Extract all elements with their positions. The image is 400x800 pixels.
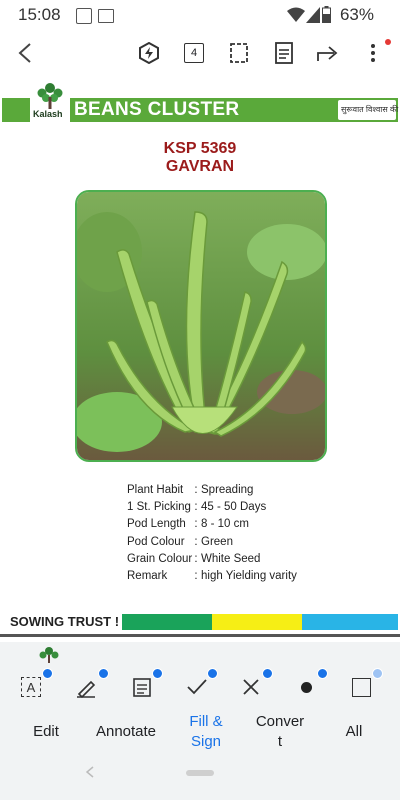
tab-all[interactable]: All [316, 722, 392, 742]
top-toolbar: 4 [0, 30, 400, 78]
tab-convert-label-line2: t [277, 733, 283, 750]
spec-key: Remark [127, 570, 168, 583]
tagline-bar-green [122, 614, 212, 630]
tab-all-label: All [345, 723, 363, 740]
spec-colon: : [194, 535, 198, 548]
notification-icon [76, 8, 92, 24]
tab-convert-label-line1: Conver [255, 713, 305, 730]
tagline-bar-yellow [212, 614, 302, 630]
nav-back-icon[interactable] [85, 766, 94, 781]
spec-value: high Yielding varity [201, 570, 297, 583]
status-time: 15:08 [18, 5, 61, 24]
tagline: SOWING TRUST ! [10, 614, 120, 629]
brand-logo: Kalash [30, 80, 70, 122]
page-count-icon[interactable]: 4 [181, 40, 207, 66]
tab-fill-sign-label-line2: Sign [190, 733, 222, 750]
page-divider [0, 634, 400, 637]
premium-badge-icon [98, 668, 109, 679]
tab-fill-sign[interactable]: Fill & Sign [168, 712, 244, 752]
product-photo [75, 190, 327, 462]
back-icon[interactable] [12, 40, 38, 66]
page-count: 4 [184, 43, 204, 63]
status-bar: 15:08 63% [0, 0, 400, 30]
form-list-icon[interactable] [129, 674, 155, 700]
spec-table: Plant Habit: Spreading 1 St. Picking:45 -… [127, 481, 367, 585]
premium-badge-icon [317, 668, 328, 679]
tab-annotate[interactable]: Annotate [88, 722, 164, 742]
crop-view-icon[interactable] [226, 40, 252, 66]
share-icon[interactable] [315, 40, 341, 66]
tab-edit[interactable]: Edit [8, 722, 84, 742]
bolt-hexagon-icon[interactable] [136, 40, 162, 66]
spec-value: 45 - 50 Days [201, 500, 267, 513]
spec-row: Plant Habit: Spreading [127, 481, 367, 498]
spec-key: Grain Colour [127, 552, 193, 565]
spec-value: Green [201, 535, 233, 548]
premium-badge-icon [42, 668, 53, 679]
tree-icon [37, 83, 63, 109]
battery-percent: 63% [339, 5, 374, 24]
product-name: GAVRAN [165, 158, 235, 175]
product-code: KSP 5369 [163, 140, 237, 157]
spec-key: 1 St. Picking [127, 500, 191, 513]
spec-key: Pod Length [127, 518, 186, 531]
signal-icon [306, 7, 320, 23]
spec-value: White Seed [201, 552, 261, 565]
rectangle-shape-icon[interactable] [348, 674, 374, 700]
calendar-notification-icon [98, 9, 114, 23]
spec-value: Spreading [201, 483, 254, 496]
sign-logo-text: सुरूवात विश्वास की [341, 105, 399, 114]
tagline-bar-blue [302, 614, 398, 630]
nav-home-pill[interactable] [186, 770, 214, 776]
spec-row: Grain Colour: White Seed [127, 550, 367, 567]
footer-tree-logo [34, 646, 64, 669]
dot-mark-icon[interactable] [293, 674, 319, 700]
cross-mark-icon[interactable] [238, 674, 264, 700]
premium-badge-icon [207, 668, 218, 679]
notification-dot [385, 39, 391, 45]
tab-annotate-label: Annotate [95, 723, 157, 740]
brand-name: Kalash [33, 109, 63, 119]
premium-badge-icon [372, 668, 383, 679]
wifi-icon [287, 7, 305, 22]
spec-row: Remark: high Yielding varity [127, 567, 367, 584]
signature-pen-icon[interactable] [73, 674, 99, 700]
spec-row: 1 St. Picking:45 - 50 Days [127, 498, 367, 515]
checkmark-icon[interactable] [184, 674, 210, 700]
spec-row: Pod Colour: Green [127, 533, 367, 550]
premium-badge-icon [262, 668, 273, 679]
tab-convert[interactable]: Conver t [242, 712, 318, 752]
spec-colon: : [194, 500, 198, 513]
text-box-icon[interactable]: A [18, 674, 44, 700]
sign-logo: सुरूवात विश्वास की [338, 100, 399, 120]
premium-badge-icon [152, 668, 163, 679]
spec-colon: : [194, 570, 198, 583]
reading-mode-icon[interactable] [271, 40, 297, 66]
spec-value: 8 - 10 cm [201, 518, 249, 531]
spec-key: Plant Habit [127, 483, 184, 496]
battery-icon [322, 6, 331, 23]
tab-edit-label: Edit [33, 723, 59, 740]
spec-key: Pod Colour [127, 535, 185, 548]
band-title: BEANS CLUSTER [74, 99, 240, 120]
more-options-icon[interactable] [360, 40, 386, 66]
spec-row: Pod Length:8 - 10 cm [127, 516, 367, 533]
spec-colon: : [194, 518, 198, 531]
spec-colon: : [194, 552, 198, 565]
tab-fill-sign-label-line1: Fill & [189, 713, 223, 730]
spec-colon: : [194, 483, 198, 496]
